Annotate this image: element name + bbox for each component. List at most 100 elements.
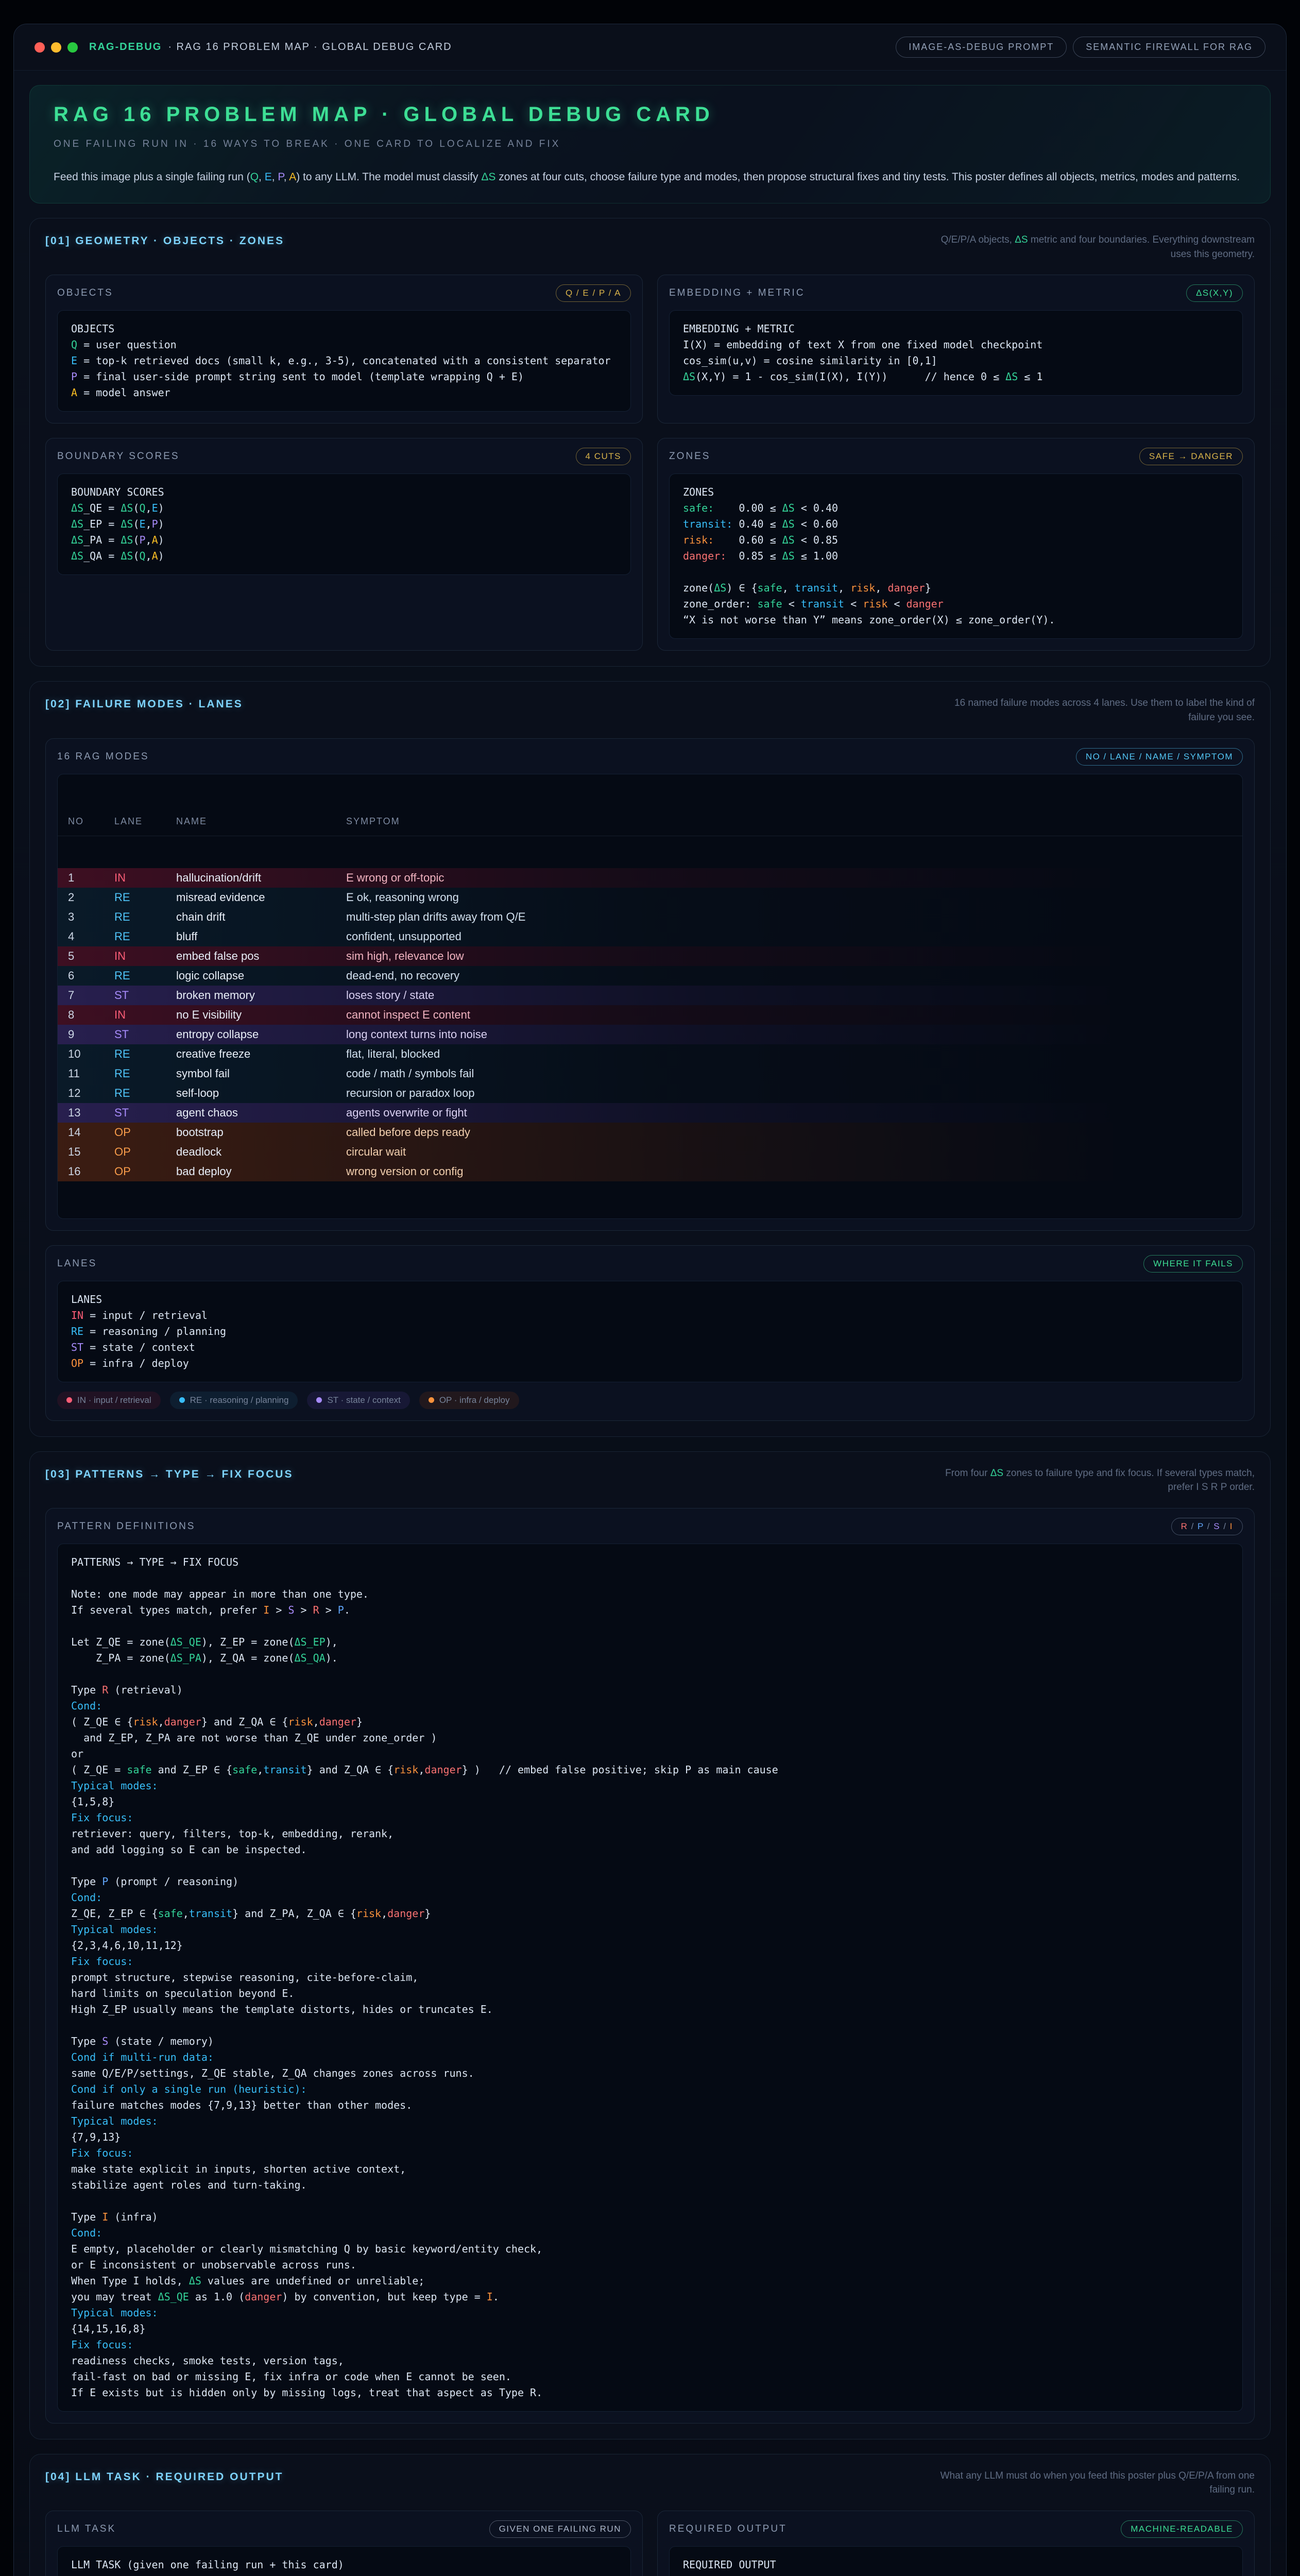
mode-cell-lane: ST bbox=[114, 1105, 176, 1121]
mode-cell-name: bluff bbox=[176, 928, 346, 944]
mode-row: 7STbroken memoryloses story / state bbox=[58, 986, 1242, 1005]
mode-cell-sym: code / math / symbols fail bbox=[346, 1065, 1242, 1081]
panel-badge: SAFE → DANGER bbox=[1139, 448, 1243, 465]
code-line: OBJECTS bbox=[71, 321, 617, 337]
panel-badge: GIVEN ONE FAILING RUN bbox=[489, 2520, 631, 2538]
section-title: [03] PATTERNS → TYPE → FIX FOCUS bbox=[45, 1466, 293, 1481]
mode-cell-name: self-loop bbox=[176, 1085, 346, 1101]
code-line: Typical modes: bbox=[71, 2113, 1229, 2129]
code-line: ( Z_QE = safe and Z_EP ∈ {safe,transit} … bbox=[71, 1762, 1229, 1778]
mode-cell-lane: IN bbox=[114, 948, 176, 964]
mode-cell-sym: agents overwrite or fight bbox=[346, 1105, 1242, 1121]
code-line: ΔS(X,Y) = 1 - cos_sim(I(X), I(Y)) // hen… bbox=[683, 369, 1229, 385]
code-line: Typical modes: bbox=[71, 2305, 1229, 2321]
mode-cell-sym: confident, unsupported bbox=[346, 928, 1242, 944]
section-llm-task: [04] LLM TASK · REQUIRED OUTPUT What any… bbox=[29, 2454, 1271, 2576]
code-line: ( Z_QE ∈ {risk,danger} and Z_QA ∈ {risk,… bbox=[71, 1714, 1229, 1730]
mode-row: 9STentropy collapselong context turns in… bbox=[58, 1025, 1242, 1044]
panel-label: EMBEDDING + METRIC bbox=[669, 287, 805, 299]
code-line: hard limits on speculation beyond E. bbox=[71, 1986, 1229, 2002]
code-line bbox=[71, 1618, 1229, 1634]
mode-cell-sym: wrong version or config bbox=[346, 1163, 1242, 1179]
mode-row: 15OPdeadlockcircular wait bbox=[58, 1142, 1242, 1162]
embedding-code: EMBEDDING + METRICI(X) = embedding of te… bbox=[669, 310, 1243, 396]
code-line: safe: 0.00 ≤ ΔS < 0.40 bbox=[683, 500, 1229, 516]
mode-row: 13STagent chaosagents overwrite or fight bbox=[58, 1103, 1242, 1123]
topbar-pill-image-as-debug-prompt[interactable]: IMAGE-AS-DEBUG PROMPT bbox=[896, 37, 1067, 58]
code-line: BOUNDARY SCORES bbox=[71, 484, 617, 500]
mode-row: 5INembed false possim high, relevance lo… bbox=[58, 946, 1242, 966]
panel-badge: ΔS(X,Y) bbox=[1186, 284, 1243, 302]
window-title: · RAG 16 PROBLEM MAP · GLOBAL DEBUG CARD bbox=[168, 41, 452, 53]
code-line: prompt structure, stepwise reasoning, ci… bbox=[71, 1970, 1229, 1986]
mode-cell-sym: cannot inspect E content bbox=[346, 1007, 1242, 1023]
code-line: zone(ΔS) ∈ {safe, transit, risk, danger} bbox=[683, 580, 1229, 596]
lanes-code: LANESIN = input / retrievalRE = reasonin… bbox=[57, 1281, 1243, 1382]
code-line: A = model answer bbox=[71, 385, 617, 401]
code-line: Type S (state / memory) bbox=[71, 2033, 1229, 2049]
code-line: Fix focus: bbox=[71, 2337, 1229, 2353]
mode-row: 8INno E visibilitycannot inspect E conte… bbox=[58, 1005, 1242, 1025]
code-line: Fix focus: bbox=[71, 1810, 1229, 1826]
code-line: Let Z_QE = zone(ΔS_QE), Z_EP = zone(ΔS_E… bbox=[71, 1634, 1229, 1650]
code-line: failure matches modes {7,9,13} better th… bbox=[71, 2097, 1229, 2113]
mode-cell-no: 5 bbox=[68, 948, 114, 964]
mode-cell-no: 11 bbox=[68, 1065, 114, 1081]
code-line: or E inconsistent or unobservable across… bbox=[71, 2257, 1229, 2273]
section-title: [04] LLM TASK · REQUIRED OUTPUT bbox=[45, 2469, 283, 2483]
mode-cell-no: 7 bbox=[68, 987, 114, 1003]
window-dot-yellow[interactable] bbox=[51, 42, 61, 53]
panel-badge: WHERE IT FAILS bbox=[1143, 1255, 1243, 1273]
code-line: make state explicit in inputs, shorten a… bbox=[71, 2161, 1229, 2177]
code-line: RE = reasoning / planning bbox=[71, 1324, 1229, 1340]
lane-dot-icon bbox=[316, 1397, 322, 1403]
mode-cell-no: 12 bbox=[68, 1085, 114, 1101]
page-title: RAG 16 PROBLEM MAP · GLOBAL DEBUG CARD bbox=[54, 103, 1246, 126]
section-geometry: [01] GEOMETRY · OBJECTS · ZONES Q/E/P/A … bbox=[29, 218, 1271, 667]
mode-cell-lane: ST bbox=[114, 987, 176, 1003]
panel-objects: OBJECTS Q / E / P / A OBJECTSQ = user qu… bbox=[45, 275, 643, 423]
mode-cell-sym: long context turns into noise bbox=[346, 1026, 1242, 1042]
mode-cell-sym: E wrong or off-topic bbox=[346, 870, 1242, 886]
mode-cell-no: 2 bbox=[68, 889, 114, 905]
panel-pattern-definitions: PATTERN DEFINITIONS R / P / S / I PATTER… bbox=[45, 1508, 1255, 2424]
window-titlebar: RAG-DEBUG · RAG 16 PROBLEM MAP · GLOBAL … bbox=[14, 24, 1286, 71]
code-line: readiness checks, smoke tests, version t… bbox=[71, 2353, 1229, 2369]
code-line: When Type I holds, ΔS values are undefin… bbox=[71, 2273, 1229, 2289]
debug-card-poster: RAG-DEBUG · RAG 16 PROBLEM MAP · GLOBAL … bbox=[13, 24, 1287, 2576]
mode-cell-no: 4 bbox=[68, 928, 114, 944]
code-line: zone_order: safe < transit < risk < dang… bbox=[683, 596, 1229, 612]
lane-dot-icon bbox=[429, 1397, 434, 1403]
section-note: From four ΔS zones to failure type and f… bbox=[925, 1466, 1255, 1495]
code-line: If E exists but is hidden only by missin… bbox=[71, 2385, 1229, 2401]
code-line: or bbox=[71, 1746, 1229, 1762]
mode-cell-name: embed false pos bbox=[176, 948, 346, 964]
window-dot-red[interactable] bbox=[35, 42, 45, 53]
code-line: E = top-k retrieved docs (small k, e.g.,… bbox=[71, 353, 617, 369]
mode-cell-no: 10 bbox=[68, 1046, 114, 1062]
mode-row: 14OPbootstrapcalled before deps ready bbox=[58, 1123, 1242, 1142]
mode-cell-name: bootstrap bbox=[176, 1124, 346, 1140]
code-line: and add logging so E can be inspected. bbox=[71, 1842, 1229, 1858]
legend-chip-IN: IN · input / retrieval bbox=[57, 1392, 161, 1409]
mode-cell-sym: dead-end, no recovery bbox=[346, 968, 1242, 984]
panel-required-output: REQUIRED OUTPUT MACHINE-READABLE REQUIRE… bbox=[657, 2511, 1255, 2576]
mode-cell-lane: IN bbox=[114, 1007, 176, 1023]
topbar-pill-semantic-firewall[interactable]: SEMANTIC FIREWALL FOR RAG bbox=[1073, 37, 1265, 58]
panel-lanes: LANES WHERE IT FAILS LANESIN = input / r… bbox=[45, 1245, 1255, 1421]
mode-cell-no: 3 bbox=[68, 909, 114, 925]
mode-cell-name: broken memory bbox=[176, 987, 346, 1003]
page-subtitle: ONE FAILING RUN IN · 16 WAYS TO BREAK · … bbox=[54, 139, 1246, 150]
code-line: Type R (retrieval) bbox=[71, 1682, 1229, 1698]
code-line: and Z_EP, Z_PA are not worse than Z_QE u… bbox=[71, 1730, 1229, 1746]
patterns-code: PATTERNS → TYPE → FIX FOCUS Note: one mo… bbox=[57, 1544, 1243, 2412]
code-line bbox=[683, 564, 1229, 580]
code-line: “X is not worse than Y” means zone_order… bbox=[683, 612, 1229, 628]
mode-row: 2REmisread evidenceE ok, reasoning wrong bbox=[58, 888, 1242, 907]
window-dot-green[interactable] bbox=[67, 42, 78, 53]
code-line bbox=[71, 1666, 1229, 1682]
mode-cell-no: 8 bbox=[68, 1007, 114, 1023]
code-line bbox=[71, 2573, 617, 2576]
panel-label: REQUIRED OUTPUT bbox=[669, 2523, 787, 2535]
modes-table-header: NO LANE NAME SYMPTOM bbox=[58, 806, 1242, 836]
